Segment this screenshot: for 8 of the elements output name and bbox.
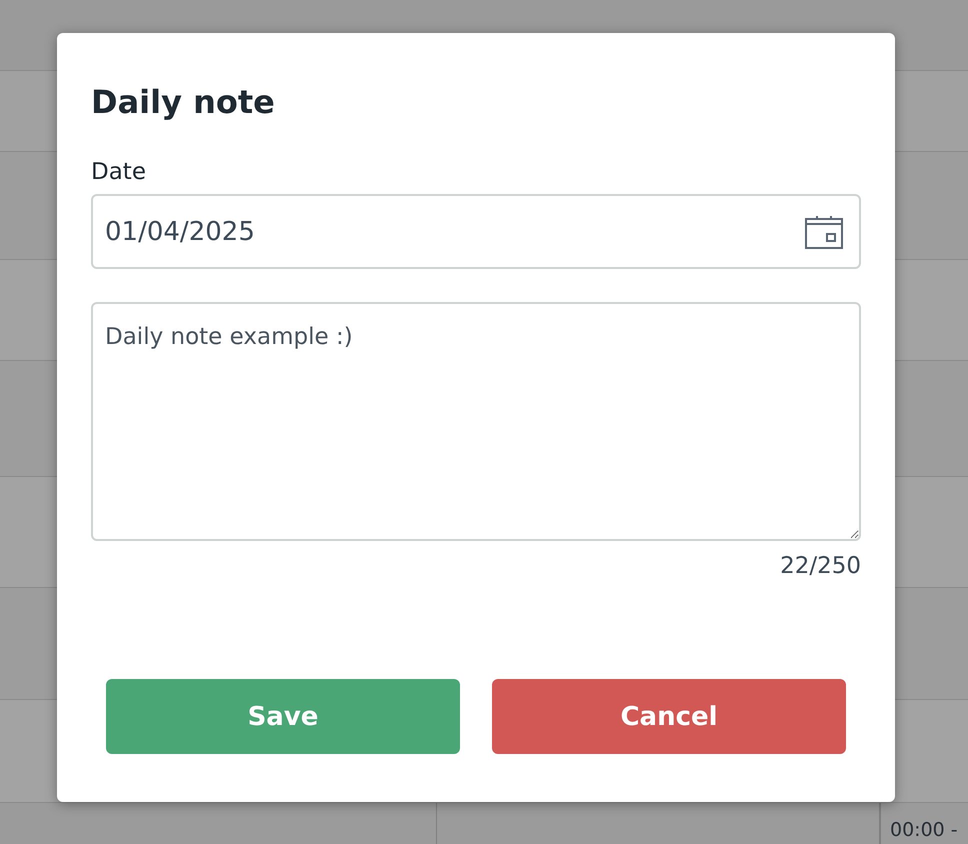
cancel-button[interactable]: Cancel (492, 679, 846, 754)
dialog-title: Daily note (91, 83, 276, 121)
note-field[interactable]: Daily note example :) (91, 302, 861, 541)
date-field[interactable]: 01/04/2025 (91, 194, 861, 269)
field-label: Date (91, 159, 146, 185)
time-label: 00:00 - (890, 819, 958, 841)
calendar-icon[interactable] (805, 214, 843, 248)
character-counter: 22/250 (780, 553, 861, 579)
